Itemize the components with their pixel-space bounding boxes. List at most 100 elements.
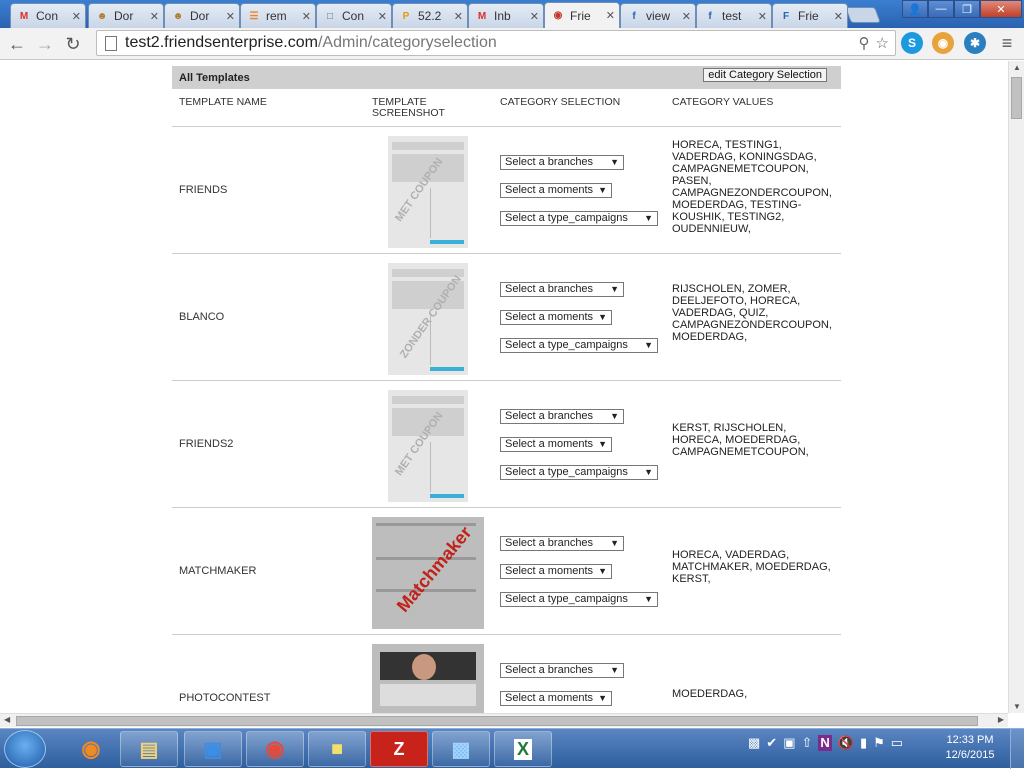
select-moments[interactable]: Select a moments ▼ bbox=[500, 310, 612, 325]
tab-close-icon[interactable]: ✕ bbox=[378, 10, 387, 23]
horizontal-scroll-thumb[interactable] bbox=[16, 716, 978, 726]
system-clock[interactable]: 12:33 PM 12/6/2015 bbox=[940, 733, 1000, 763]
scroll-left-icon[interactable]: ◀ bbox=[4, 715, 10, 724]
template-thumbnail[interactable]: Matchmaker bbox=[372, 517, 484, 629]
select-moments[interactable]: Select a moments ▼ bbox=[500, 437, 612, 452]
show-desktop-button[interactable] bbox=[1010, 729, 1024, 769]
minimize-button[interactable]: — bbox=[928, 0, 954, 18]
tab-10[interactable]: F Frie ✕ bbox=[772, 3, 848, 28]
select-type-campaigns[interactable]: Select a type_campaigns ▼ bbox=[500, 338, 658, 353]
display-icon[interactable]: ▭ bbox=[891, 735, 903, 751]
dropdown-arrow-icon: ▼ bbox=[598, 439, 607, 449]
excel-icon[interactable]: X bbox=[494, 731, 552, 767]
dropdown-arrow-icon: ▼ bbox=[610, 665, 619, 675]
tab-close-icon[interactable]: ✕ bbox=[150, 10, 159, 23]
category-values: MOEDERDAG, bbox=[672, 688, 748, 700]
upload-icon[interactable]: ⇧ bbox=[802, 735, 813, 751]
tab-7[interactable]: ◉ Frie ✕ bbox=[544, 2, 620, 28]
address-bar[interactable]: test2.friendsenterprise.com/Admin/catego… bbox=[96, 30, 896, 56]
page-icon bbox=[105, 35, 117, 51]
action-center-flag-icon[interactable]: ⚑ bbox=[873, 735, 885, 751]
sync-icon[interactable]: ✔ bbox=[766, 735, 777, 751]
forward-icon[interactable]: → bbox=[34, 33, 56, 55]
tab-close-icon[interactable]: ✕ bbox=[530, 10, 539, 23]
address-path: /Admin/categoryselection bbox=[317, 34, 497, 51]
back-icon[interactable]: ← bbox=[6, 33, 28, 55]
template-thumbnail[interactable]: MET COUPON bbox=[388, 136, 468, 248]
edit-category-selection-button[interactable]: edit Category Selection bbox=[703, 68, 827, 82]
tab-4[interactable]: □ Con ✕ bbox=[316, 3, 392, 28]
onenote-icon[interactable]: N bbox=[818, 735, 832, 751]
tab-6[interactable]: M Inb ✕ bbox=[468, 3, 544, 28]
tab-close-icon[interactable]: ✕ bbox=[834, 10, 843, 23]
tab-3[interactable]: ☰ rem ✕ bbox=[240, 3, 316, 28]
vertical-scrollbar[interactable]: ▲ ▼ bbox=[1008, 61, 1024, 713]
select-label: Select a type_campaigns bbox=[505, 212, 628, 224]
template-thumbnail[interactable]: ZONDER COUPON bbox=[388, 263, 468, 375]
search-icon[interactable]: ⚲ bbox=[859, 34, 870, 52]
page-icon: □ bbox=[326, 10, 334, 22]
select-type-campaigns[interactable]: Select a type_campaigns ▼ bbox=[500, 465, 658, 480]
network-extension-icon[interactable]: ✱ bbox=[964, 32, 986, 54]
firefox-icon[interactable]: ◉ bbox=[62, 731, 120, 767]
vertical-scroll-thumb[interactable] bbox=[1011, 77, 1022, 119]
select-moments[interactable]: Select a moments ▼ bbox=[500, 564, 612, 579]
select-branches[interactable]: Select a branches ▼ bbox=[500, 536, 624, 551]
select-branches[interactable]: Select a branches ▼ bbox=[500, 155, 624, 170]
tab-strip: 👤 — ❐ ✕ M Con ✕ ☻ Dor ✕ ☻ Dor ✕ ☰ rem ✕ □ Con ✕ P 52.2 ✕ M… bbox=[0, 0, 1024, 28]
tab-8[interactable]: f view ✕ bbox=[620, 3, 696, 28]
tab-close-icon[interactable]: ✕ bbox=[72, 10, 81, 23]
signal-icon[interactable]: ▩ bbox=[748, 735, 760, 751]
select-moments[interactable]: Select a moments ▼ bbox=[500, 183, 612, 198]
tab-close-icon[interactable]: ✕ bbox=[302, 10, 311, 23]
tab-close-icon[interactable]: ✕ bbox=[454, 10, 463, 23]
close-window-button[interactable]: ✕ bbox=[980, 0, 1022, 18]
menu-icon[interactable]: ≡ bbox=[996, 32, 1018, 54]
tab-5[interactable]: P 52.2 ✕ bbox=[392, 3, 468, 28]
panel-header: All Templates edit Category Selection bbox=[172, 66, 841, 89]
select-branches[interactable]: Select a branches ▼ bbox=[500, 663, 624, 678]
tab-2[interactable]: ☻ Dor ✕ bbox=[164, 3, 240, 28]
bookmark-star-icon[interactable]: ☆ bbox=[876, 34, 889, 52]
new-tab-button[interactable] bbox=[845, 7, 881, 23]
dropdown-arrow-icon: ▼ bbox=[598, 312, 607, 322]
tab-label: Dor bbox=[114, 9, 134, 23]
blue-app-icon[interactable]: ▣ bbox=[184, 731, 242, 767]
dropdown-arrow-icon: ▼ bbox=[644, 594, 653, 604]
select-branches[interactable]: Select a branches ▼ bbox=[500, 409, 624, 424]
network-icon[interactable]: ▣ bbox=[783, 735, 795, 751]
select-type-campaigns[interactable]: Select a type_campaigns ▼ bbox=[500, 592, 658, 607]
volume-muted-icon[interactable]: 🔇 bbox=[838, 735, 854, 751]
template-thumbnail[interactable]: MET COUPON bbox=[388, 390, 468, 502]
tab-9[interactable]: f test ✕ bbox=[696, 3, 772, 28]
tab-1[interactable]: ☻ Dor ✕ bbox=[88, 3, 164, 28]
select-type-campaigns[interactable]: Select a type_campaigns ▼ bbox=[500, 211, 658, 226]
skype-icon[interactable]: S bbox=[901, 32, 923, 54]
scroll-up-icon[interactable]: ▲ bbox=[1013, 63, 1021, 72]
horizontal-scrollbar[interactable]: ◀ ▶ bbox=[0, 713, 1008, 727]
maximize-button[interactable]: ❐ bbox=[954, 0, 980, 18]
filezilla-icon[interactable]: Z bbox=[370, 731, 428, 767]
select-label: Select a branches bbox=[505, 410, 594, 422]
sticky-notes-icon[interactable]: ■ bbox=[308, 731, 366, 767]
tab-close-icon[interactable]: ✕ bbox=[606, 9, 615, 22]
template-thumbnail[interactable] bbox=[372, 644, 484, 713]
tab-close-icon[interactable]: ✕ bbox=[758, 10, 767, 23]
control-panel-icon[interactable]: ▩ bbox=[432, 731, 490, 767]
power-icon[interactable]: ▮ bbox=[860, 735, 867, 751]
tab-0[interactable]: M Con ✕ bbox=[10, 3, 86, 28]
select-label: Select a branches bbox=[505, 537, 594, 549]
reload-icon[interactable]: ↻ bbox=[62, 33, 84, 55]
select-branches[interactable]: Select a branches ▼ bbox=[500, 282, 624, 297]
select-moments[interactable]: Select a moments ▼ bbox=[500, 691, 612, 706]
scroll-down-icon[interactable]: ▼ bbox=[1013, 702, 1021, 711]
scroll-right-icon[interactable]: ▶ bbox=[998, 715, 1004, 724]
start-button[interactable] bbox=[4, 730, 46, 768]
tab-close-icon[interactable]: ✕ bbox=[682, 10, 691, 23]
chrome-page-icon: ◉ bbox=[553, 10, 563, 21]
tab-close-icon[interactable]: ✕ bbox=[226, 10, 235, 23]
user-icon[interactable]: 👤 bbox=[902, 0, 928, 18]
chrome-icon[interactable]: ◉ bbox=[246, 731, 304, 767]
chrome-extension-icon[interactable]: ◉ bbox=[932, 32, 954, 54]
explorer-icon[interactable]: ▤ bbox=[120, 731, 178, 767]
